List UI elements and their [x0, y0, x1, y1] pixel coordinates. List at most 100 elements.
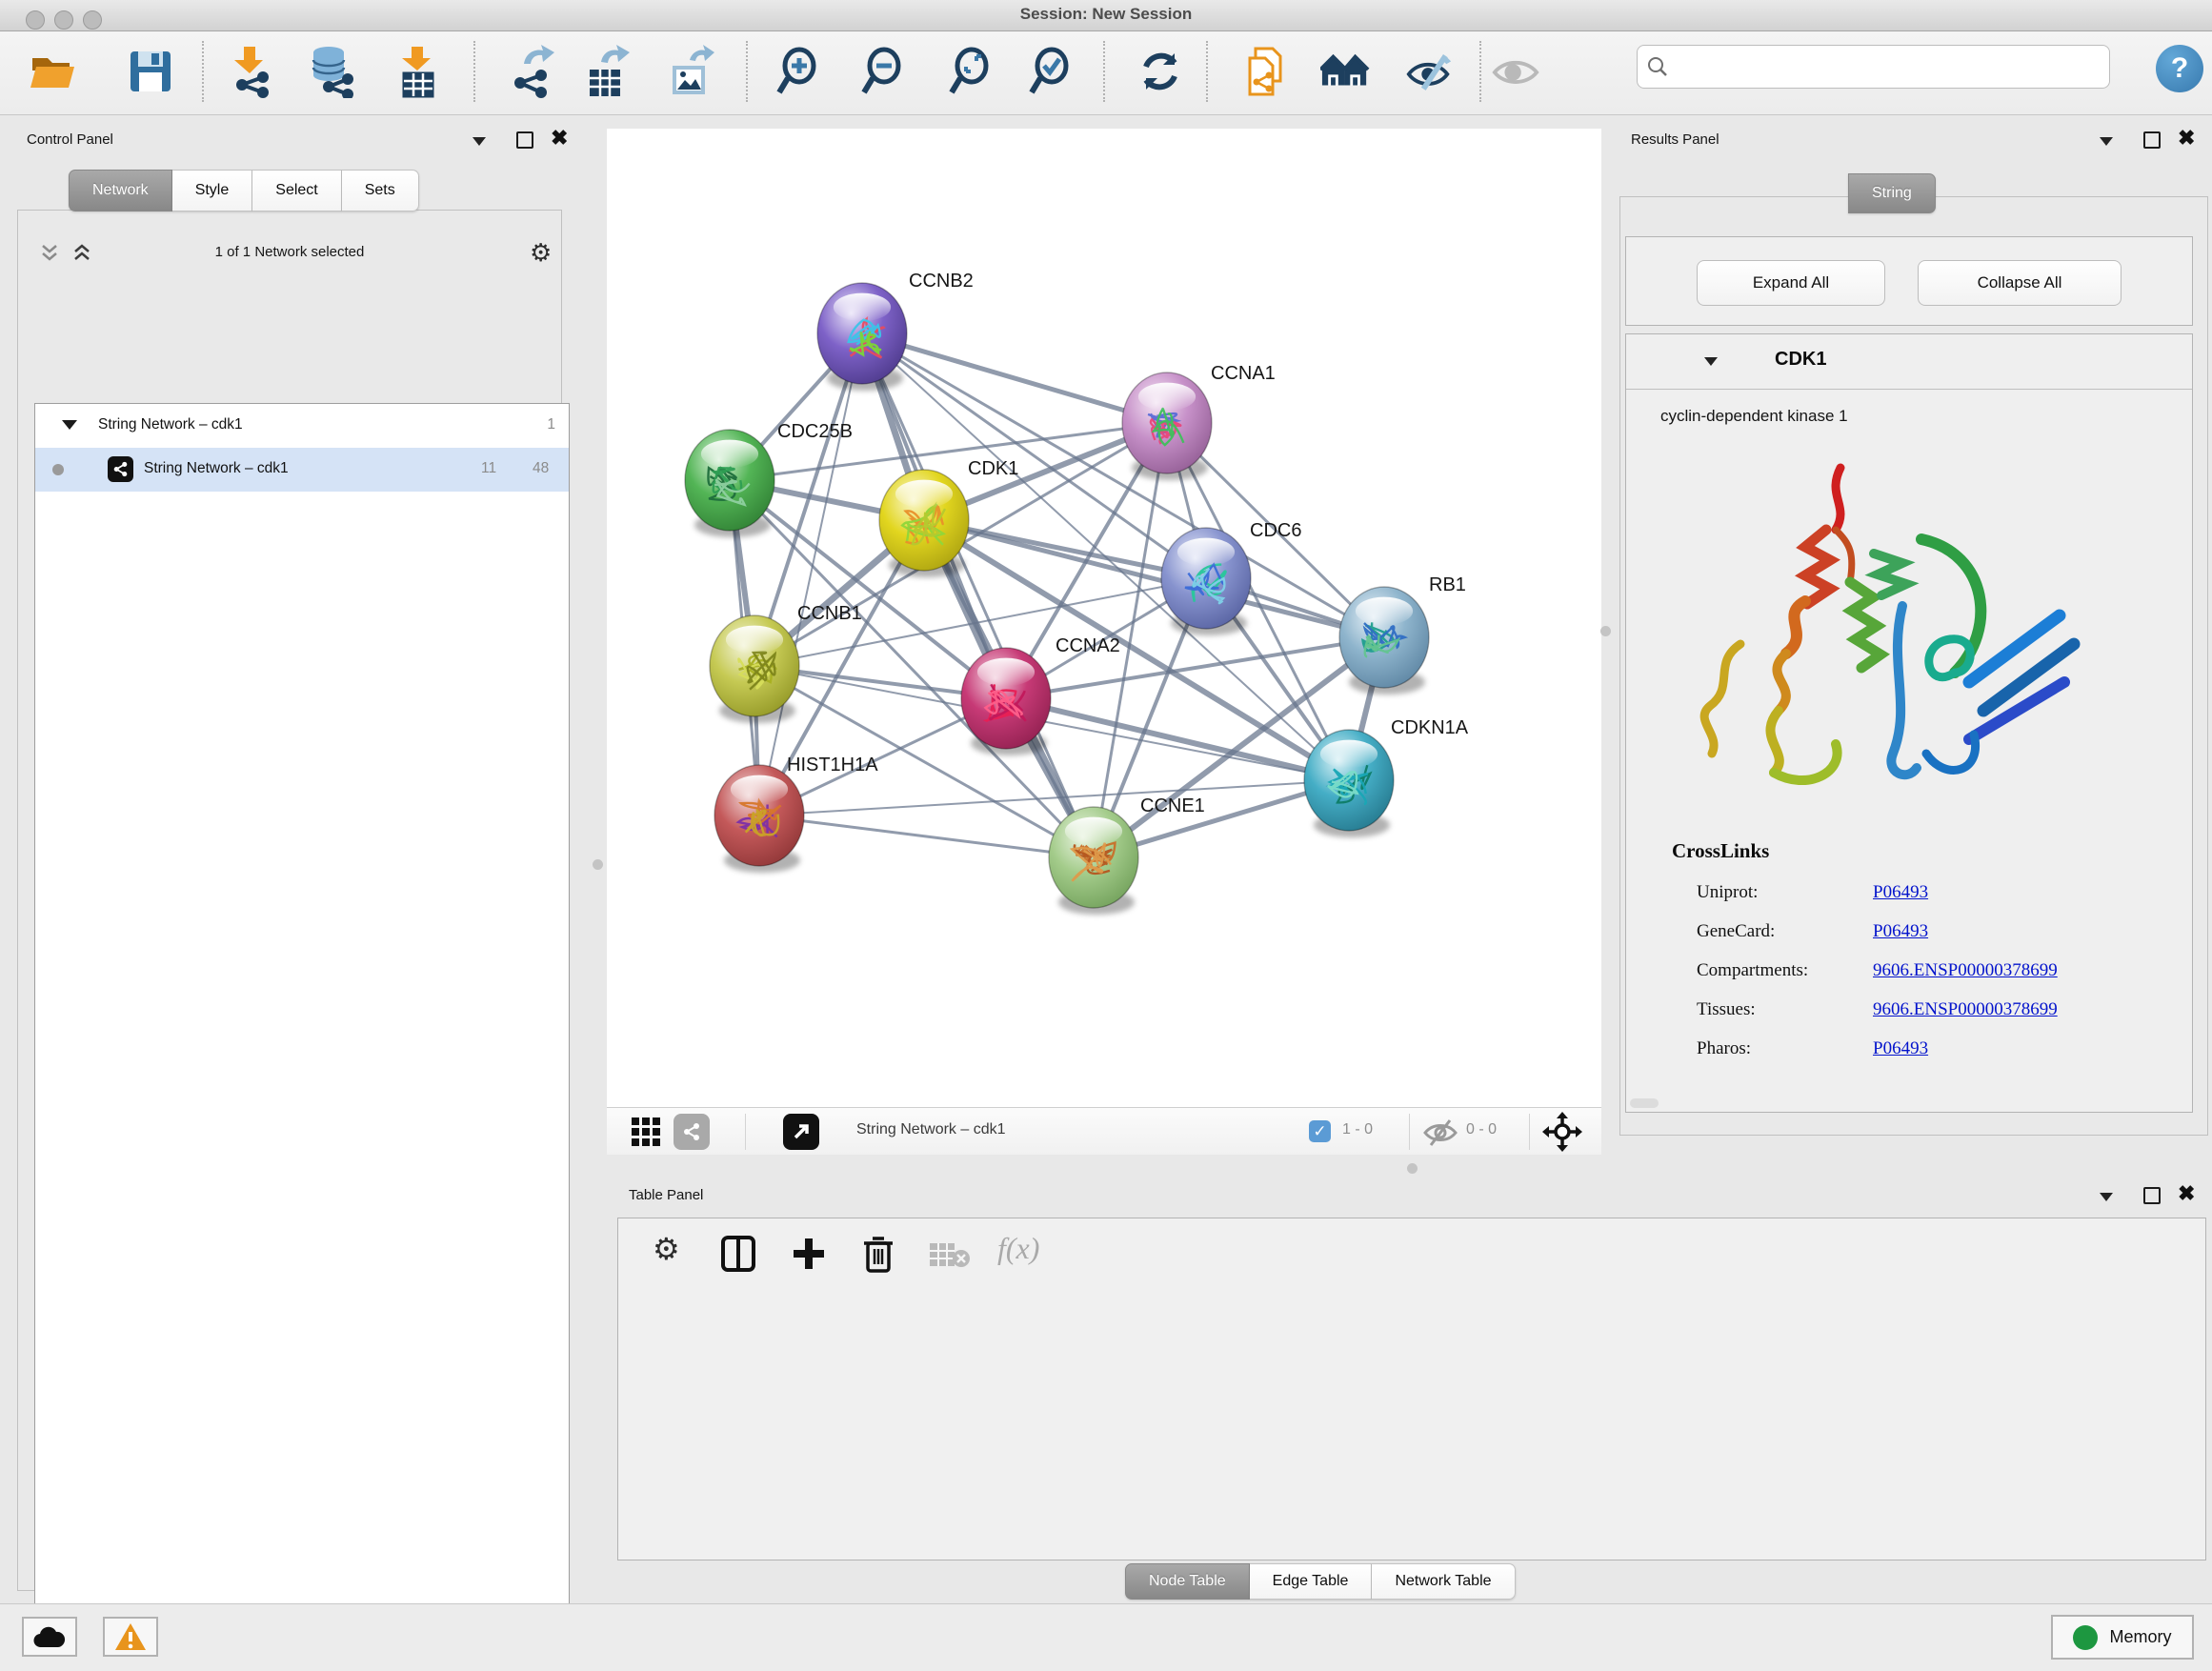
crosslink-link[interactable]: 9606.ENSP00000378699 — [1873, 999, 2058, 1020]
hide-selected-button[interactable] — [1405, 45, 1455, 98]
crosslink-link[interactable]: P06493 — [1873, 1038, 1928, 1059]
tree-expander-icon[interactable] — [62, 420, 77, 430]
node-CCNE1[interactable]: CCNE1 — [1049, 795, 1205, 915]
network-snapshot-button[interactable] — [1242, 45, 1292, 98]
tab-sets[interactable]: Sets — [342, 170, 419, 211]
bottom-splitter-handle[interactable] — [1407, 1163, 1418, 1174]
fit-content-button[interactable] — [1320, 45, 1370, 98]
results-hscrollbar-thumb[interactable] — [1630, 1098, 1659, 1108]
delete-table-icon[interactable] — [929, 1240, 971, 1269]
table-options-gear-icon[interactable]: ⚙ — [653, 1237, 680, 1261]
tab-style[interactable]: Style — [172, 170, 253, 211]
add-column-icon[interactable] — [790, 1235, 828, 1273]
function-builder-icon[interactable]: f(x) — [997, 1231, 1039, 1266]
tab-network-table[interactable]: Network Table — [1372, 1563, 1515, 1600]
table-panel-float-icon[interactable] — [2143, 1187, 2161, 1204]
node-CCNA2[interactable]: CCNA2 — [961, 635, 1120, 755]
results-panel-collapse-icon[interactable] — [2100, 137, 2113, 146]
left-splitter-handle[interactable] — [593, 859, 603, 870]
protein-collapse-icon[interactable] — [1704, 357, 1718, 366]
edge-CCNB2-CCNE1[interactable] — [862, 333, 1094, 857]
node-RB1[interactable]: RB1 — [1339, 574, 1466, 695]
hidden-eye-icon[interactable] — [1422, 1118, 1458, 1147]
import-network-file-button[interactable] — [225, 45, 274, 98]
open-session-button[interactable] — [29, 45, 78, 98]
import-table-file-button[interactable] — [392, 45, 442, 98]
pan-crosshair-icon[interactable] — [1542, 1112, 1582, 1152]
tab-select[interactable]: Select — [252, 170, 341, 211]
expand-all-button[interactable]: Expand All — [1697, 260, 1885, 306]
crosslink-link[interactable]: P06493 — [1873, 882, 1928, 903]
node-CCNA1[interactable]: CCNA1 — [1122, 363, 1276, 480]
select-columns-icon[interactable] — [719, 1235, 757, 1273]
import-network-database-button[interactable] — [308, 45, 357, 98]
network-view-toolbar: String Network – cdk1 ✓ 1 - 0 0 - 0 — [607, 1107, 1601, 1155]
results-panel-close-icon[interactable]: ✖ — [2178, 131, 2195, 145]
network-row-selected[interactable]: String Network – cdk1 11 48 — [35, 448, 569, 492]
edge-CCNB2-CCNA1[interactable] — [862, 333, 1167, 423]
node-CCNB1[interactable]: CCNB1 — [710, 603, 862, 723]
results-buttons-box: Expand All Collapse All — [1625, 236, 2193, 326]
app-window: Session: New Session — [0, 0, 2212, 1671]
network-collection-row[interactable]: String Network – cdk1 1 — [35, 404, 569, 448]
control-panel-collapse-icon[interactable] — [473, 137, 486, 146]
selected-count-checkbox[interactable]: ✓ — [1309, 1120, 1331, 1142]
search-input[interactable] — [1676, 57, 2109, 76]
open-in-window-icon[interactable] — [783, 1114, 819, 1150]
protein-section-header[interactable]: CDK1 — [1626, 334, 2192, 390]
export-image-button[interactable] — [665, 45, 714, 98]
control-panel-close-icon[interactable]: ✖ — [551, 131, 568, 145]
crosslink-link[interactable]: P06493 — [1873, 921, 1928, 942]
right-splitter-handle[interactable] — [1600, 626, 1611, 636]
network-list-options-gear-icon[interactable]: ⚙ — [530, 240, 552, 265]
string-badge-icon[interactable] — [674, 1114, 710, 1150]
collapse-all-button[interactable]: Collapse All — [1918, 260, 2122, 306]
apply-layout-button[interactable] — [1136, 45, 1185, 98]
results-panel-tabs: String — [1848, 173, 1936, 213]
zoom-out-button[interactable] — [858, 45, 908, 98]
table-panel-close-icon[interactable]: ✖ — [2178, 1187, 2195, 1200]
table-panel-collapse-icon[interactable] — [2100, 1193, 2113, 1201]
save-session-button[interactable] — [126, 45, 175, 98]
tab-network[interactable]: Network — [69, 170, 172, 211]
memory-label: Memory — [2109, 1627, 2171, 1647]
zoom-in-button[interactable] — [774, 45, 823, 98]
edge-CCNE1-HIST1H1A[interactable] — [759, 815, 1094, 857]
network-edges — [730, 333, 1384, 857]
cloud-status-button[interactable] — [22, 1617, 77, 1657]
protein-description: cyclin-dependent kinase 1 — [1660, 407, 1848, 426]
export-table-button[interactable] — [580, 45, 630, 98]
control-panel: Control Panel ✖ NetworkStyleSelectSets 1… — [10, 124, 572, 1599]
eye-icon — [1491, 48, 1540, 95]
control-panel-float-icon[interactable] — [516, 131, 533, 149]
results-panel-float-icon[interactable] — [2143, 131, 2161, 149]
results-panel: Results Panel ✖ String Expand All Collap… — [1610, 124, 2212, 1139]
zoom-selected-button[interactable] — [1026, 45, 1076, 98]
tab-edge-table[interactable]: Edge Table — [1250, 1563, 1373, 1600]
help-button[interactable]: ? — [2156, 45, 2203, 92]
node-CDKN1A[interactable]: CDKN1A — [1304, 717, 1469, 837]
warning-status-button[interactable] — [103, 1617, 158, 1657]
crosslink-label: Pharos: — [1697, 1038, 1873, 1059]
crosslink-link[interactable]: 9606.ENSP00000378699 — [1873, 960, 2058, 981]
node-CCNB2[interactable]: CCNB2 — [817, 271, 974, 391]
node-HIST1H1A[interactable]: HIST1H1A — [714, 755, 878, 873]
table-panel-title: Table Panel — [629, 1187, 703, 1203]
node-CDK1[interactable]: CDK1 — [879, 458, 1018, 577]
search-box[interactable] — [1637, 45, 2110, 89]
node-label-CCNB1: CCNB1 — [797, 603, 862, 624]
memory-status-dot-icon — [2073, 1625, 2098, 1650]
tab-node-table[interactable]: Node Table — [1125, 1563, 1250, 1600]
tab-string[interactable]: String — [1848, 173, 1936, 213]
show-all-button[interactable] — [1491, 45, 1540, 98]
export-network-icon — [507, 45, 556, 98]
delete-column-trash-icon[interactable] — [860, 1235, 896, 1275]
footer-separator — [745, 1114, 746, 1150]
memory-button[interactable]: Memory — [2051, 1615, 2194, 1660]
network-canvas[interactable]: CCNB2CCNA1CDC25BCDK1CDC6RB1CCNB1CCNA2CDK… — [607, 129, 1601, 1107]
grid-icon[interactable] — [631, 1117, 661, 1147]
zoom-fit-button[interactable] — [946, 45, 995, 98]
export-network-button[interactable] — [507, 45, 556, 98]
export-image-icon — [665, 45, 714, 98]
hidden-counts: 0 - 0 — [1466, 1121, 1497, 1138]
